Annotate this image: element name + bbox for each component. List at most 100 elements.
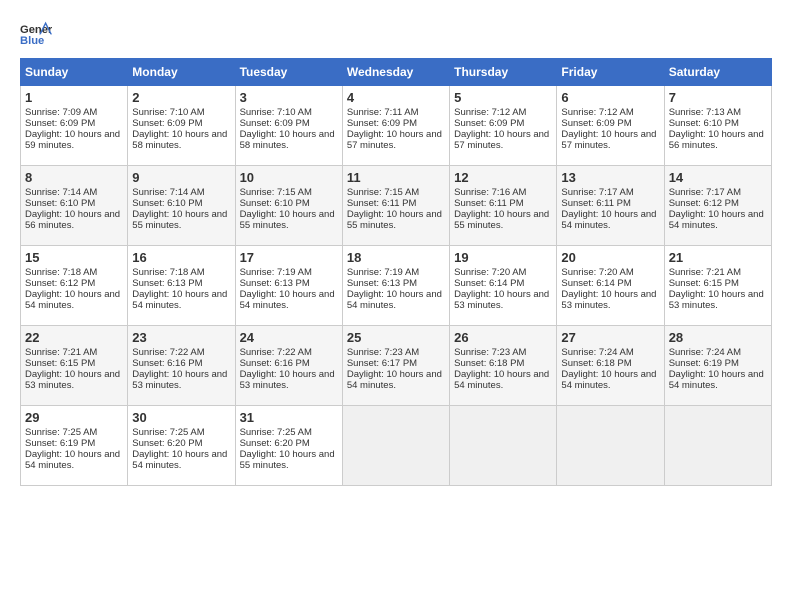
header: General Blue (20, 20, 772, 48)
weekday-header-wednesday: Wednesday (342, 59, 449, 86)
calendar-cell: 19Sunrise: 7:20 AMSunset: 6:14 PMDayligh… (450, 246, 557, 326)
calendar-cell: 2Sunrise: 7:10 AMSunset: 6:09 PMDaylight… (128, 86, 235, 166)
sunset-label: Sunset: 6:16 PM (240, 358, 310, 369)
daylight-label: Daylight: 10 hours and 53 minutes. (240, 369, 335, 391)
daylight-label: Daylight: 10 hours and 57 minutes. (561, 129, 656, 151)
calendar-cell (557, 406, 664, 486)
calendar-cell: 3Sunrise: 7:10 AMSunset: 6:09 PMDaylight… (235, 86, 342, 166)
sunset-label: Sunset: 6:09 PM (132, 118, 202, 129)
daylight-label: Daylight: 10 hours and 54 minutes. (25, 449, 120, 471)
weekday-header-tuesday: Tuesday (235, 59, 342, 86)
day-number: 27 (561, 330, 659, 345)
calendar-week-row: 15Sunrise: 7:18 AMSunset: 6:12 PMDayligh… (21, 246, 772, 326)
sunset-label: Sunset: 6:13 PM (347, 278, 417, 289)
day-number: 19 (454, 250, 552, 265)
sunrise-label: Sunrise: 7:18 AM (132, 267, 204, 278)
sunset-label: Sunset: 6:20 PM (132, 438, 202, 449)
daylight-label: Daylight: 10 hours and 55 minutes. (240, 449, 335, 471)
sunrise-label: Sunrise: 7:22 AM (240, 347, 312, 358)
calendar-cell (450, 406, 557, 486)
sunrise-label: Sunrise: 7:20 AM (454, 267, 526, 278)
daylight-label: Daylight: 10 hours and 54 minutes. (454, 369, 549, 391)
day-number: 4 (347, 90, 445, 105)
day-number: 22 (25, 330, 123, 345)
daylight-label: Daylight: 10 hours and 59 minutes. (25, 129, 120, 151)
sunrise-label: Sunrise: 7:17 AM (561, 187, 633, 198)
weekday-header-saturday: Saturday (664, 59, 771, 86)
sunrise-label: Sunrise: 7:10 AM (240, 107, 312, 118)
daylight-label: Daylight: 10 hours and 53 minutes. (561, 289, 656, 311)
calendar-cell (342, 406, 449, 486)
calendar-cell: 8Sunrise: 7:14 AMSunset: 6:10 PMDaylight… (21, 166, 128, 246)
day-number: 3 (240, 90, 338, 105)
weekday-header-sunday: Sunday (21, 59, 128, 86)
sunrise-label: Sunrise: 7:14 AM (25, 187, 97, 198)
day-number: 7 (669, 90, 767, 105)
calendar-cell: 30Sunrise: 7:25 AMSunset: 6:20 PMDayligh… (128, 406, 235, 486)
calendar-cell (664, 406, 771, 486)
daylight-label: Daylight: 10 hours and 56 minutes. (25, 209, 120, 231)
sunrise-label: Sunrise: 7:17 AM (669, 187, 741, 198)
daylight-label: Daylight: 10 hours and 54 minutes. (240, 289, 335, 311)
day-number: 26 (454, 330, 552, 345)
weekday-header-friday: Friday (557, 59, 664, 86)
sunrise-label: Sunrise: 7:19 AM (240, 267, 312, 278)
sunrise-label: Sunrise: 7:25 AM (240, 427, 312, 438)
calendar-week-row: 1Sunrise: 7:09 AMSunset: 6:09 PMDaylight… (21, 86, 772, 166)
sunset-label: Sunset: 6:10 PM (669, 118, 739, 129)
calendar-week-row: 29Sunrise: 7:25 AMSunset: 6:19 PMDayligh… (21, 406, 772, 486)
sunrise-label: Sunrise: 7:09 AM (25, 107, 97, 118)
calendar-cell: 15Sunrise: 7:18 AMSunset: 6:12 PMDayligh… (21, 246, 128, 326)
day-number: 14 (669, 170, 767, 185)
sunrise-label: Sunrise: 7:19 AM (347, 267, 419, 278)
daylight-label: Daylight: 10 hours and 53 minutes. (669, 289, 764, 311)
calendar-cell: 20Sunrise: 7:20 AMSunset: 6:14 PMDayligh… (557, 246, 664, 326)
sunset-label: Sunset: 6:20 PM (240, 438, 310, 449)
day-number: 9 (132, 170, 230, 185)
daylight-label: Daylight: 10 hours and 58 minutes. (132, 129, 227, 151)
daylight-label: Daylight: 10 hours and 55 minutes. (132, 209, 227, 231)
sunset-label: Sunset: 6:11 PM (347, 198, 417, 209)
calendar-cell: 10Sunrise: 7:15 AMSunset: 6:10 PMDayligh… (235, 166, 342, 246)
day-number: 18 (347, 250, 445, 265)
calendar-cell: 29Sunrise: 7:25 AMSunset: 6:19 PMDayligh… (21, 406, 128, 486)
sunrise-label: Sunrise: 7:13 AM (669, 107, 741, 118)
sunset-label: Sunset: 6:09 PM (561, 118, 631, 129)
day-number: 24 (240, 330, 338, 345)
sunset-label: Sunset: 6:15 PM (669, 278, 739, 289)
daylight-label: Daylight: 10 hours and 53 minutes. (25, 369, 120, 391)
sunrise-label: Sunrise: 7:10 AM (132, 107, 204, 118)
sunrise-label: Sunrise: 7:23 AM (454, 347, 526, 358)
calendar-cell: 21Sunrise: 7:21 AMSunset: 6:15 PMDayligh… (664, 246, 771, 326)
sunset-label: Sunset: 6:12 PM (669, 198, 739, 209)
sunset-label: Sunset: 6:11 PM (454, 198, 524, 209)
logo: General Blue (20, 20, 52, 48)
calendar-cell: 7Sunrise: 7:13 AMSunset: 6:10 PMDaylight… (664, 86, 771, 166)
calendar-cell: 26Sunrise: 7:23 AMSunset: 6:18 PMDayligh… (450, 326, 557, 406)
sunrise-label: Sunrise: 7:25 AM (25, 427, 97, 438)
sunrise-label: Sunrise: 7:15 AM (347, 187, 419, 198)
calendar-cell: 9Sunrise: 7:14 AMSunset: 6:10 PMDaylight… (128, 166, 235, 246)
sunset-label: Sunset: 6:10 PM (25, 198, 95, 209)
daylight-label: Daylight: 10 hours and 55 minutes. (347, 209, 442, 231)
sunrise-label: Sunrise: 7:16 AM (454, 187, 526, 198)
sunset-label: Sunset: 6:09 PM (240, 118, 310, 129)
sunset-label: Sunset: 6:11 PM (561, 198, 631, 209)
sunset-label: Sunset: 6:14 PM (561, 278, 631, 289)
sunset-label: Sunset: 6:19 PM (25, 438, 95, 449)
calendar-week-row: 8Sunrise: 7:14 AMSunset: 6:10 PMDaylight… (21, 166, 772, 246)
day-number: 15 (25, 250, 123, 265)
weekday-header-monday: Monday (128, 59, 235, 86)
calendar-cell: 27Sunrise: 7:24 AMSunset: 6:18 PMDayligh… (557, 326, 664, 406)
calendar-cell: 4Sunrise: 7:11 AMSunset: 6:09 PMDaylight… (342, 86, 449, 166)
daylight-label: Daylight: 10 hours and 53 minutes. (132, 369, 227, 391)
calendar-cell: 14Sunrise: 7:17 AMSunset: 6:12 PMDayligh… (664, 166, 771, 246)
sunrise-label: Sunrise: 7:25 AM (132, 427, 204, 438)
logo-icon: General Blue (20, 20, 52, 48)
sunset-label: Sunset: 6:15 PM (25, 358, 95, 369)
day-number: 20 (561, 250, 659, 265)
calendar-cell: 13Sunrise: 7:17 AMSunset: 6:11 PMDayligh… (557, 166, 664, 246)
daylight-label: Daylight: 10 hours and 55 minutes. (240, 209, 335, 231)
sunrise-label: Sunrise: 7:18 AM (25, 267, 97, 278)
calendar-cell: 23Sunrise: 7:22 AMSunset: 6:16 PMDayligh… (128, 326, 235, 406)
